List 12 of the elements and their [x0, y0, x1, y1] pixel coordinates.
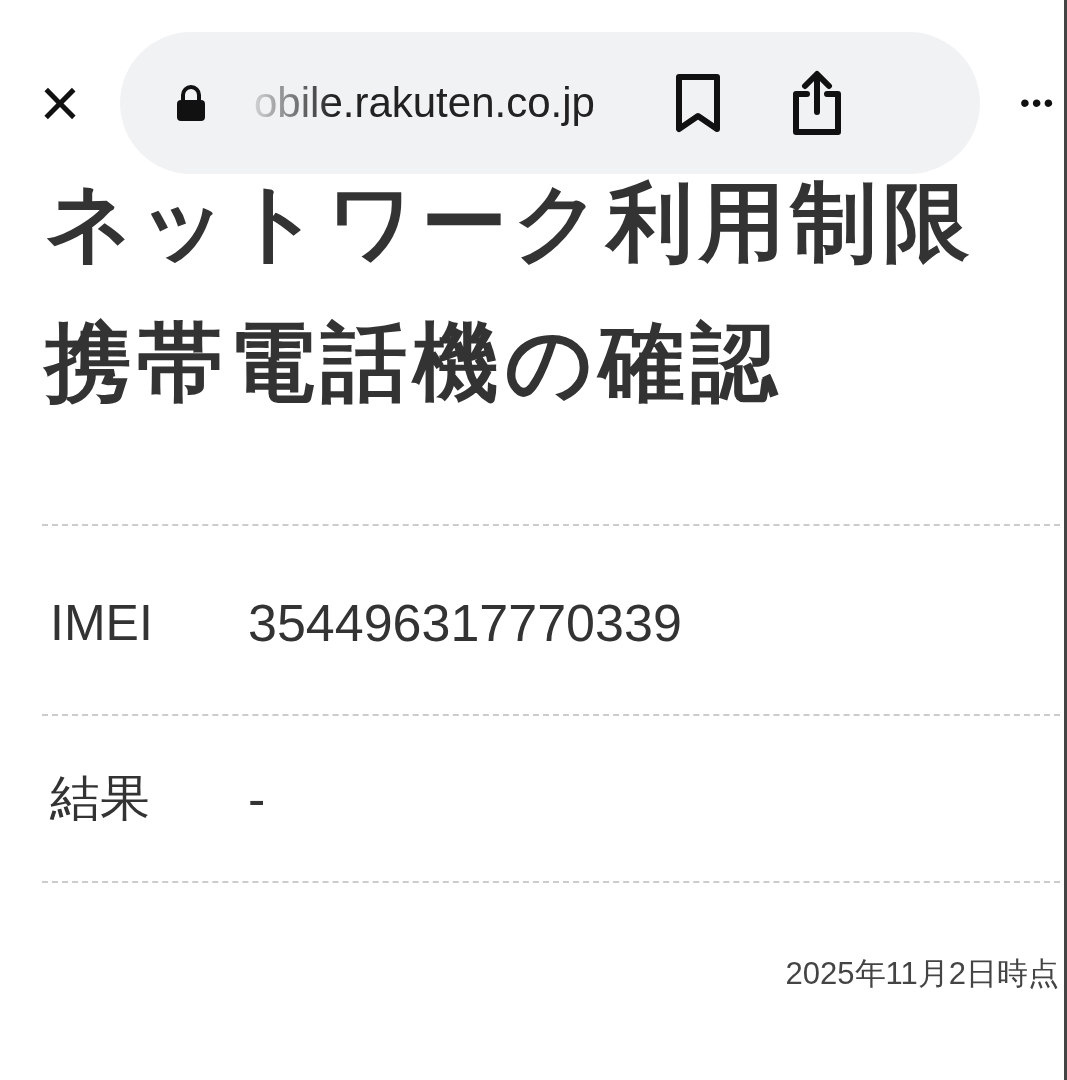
row-label: 結果 [50, 769, 151, 828]
more-button[interactable]: ••• [1020, 87, 1056, 119]
row-label: IMEI [50, 594, 154, 652]
page-title: ネットワーク利用制限携帯電話機の確認 [45, 173, 976, 412]
address-bar[interactable]: obile.rakuten.co.jp [120, 32, 980, 174]
lock-icon [176, 85, 206, 121]
url-text: obile.rakuten.co.jp [254, 79, 595, 127]
close-button[interactable]: × [36, 68, 84, 138]
timestamp-text: 2025年11月2日時点 [785, 955, 1059, 993]
row-value: 354496317770339 [248, 593, 682, 653]
row-value: - [248, 768, 266, 829]
bookmark-icon[interactable] [674, 73, 721, 133]
